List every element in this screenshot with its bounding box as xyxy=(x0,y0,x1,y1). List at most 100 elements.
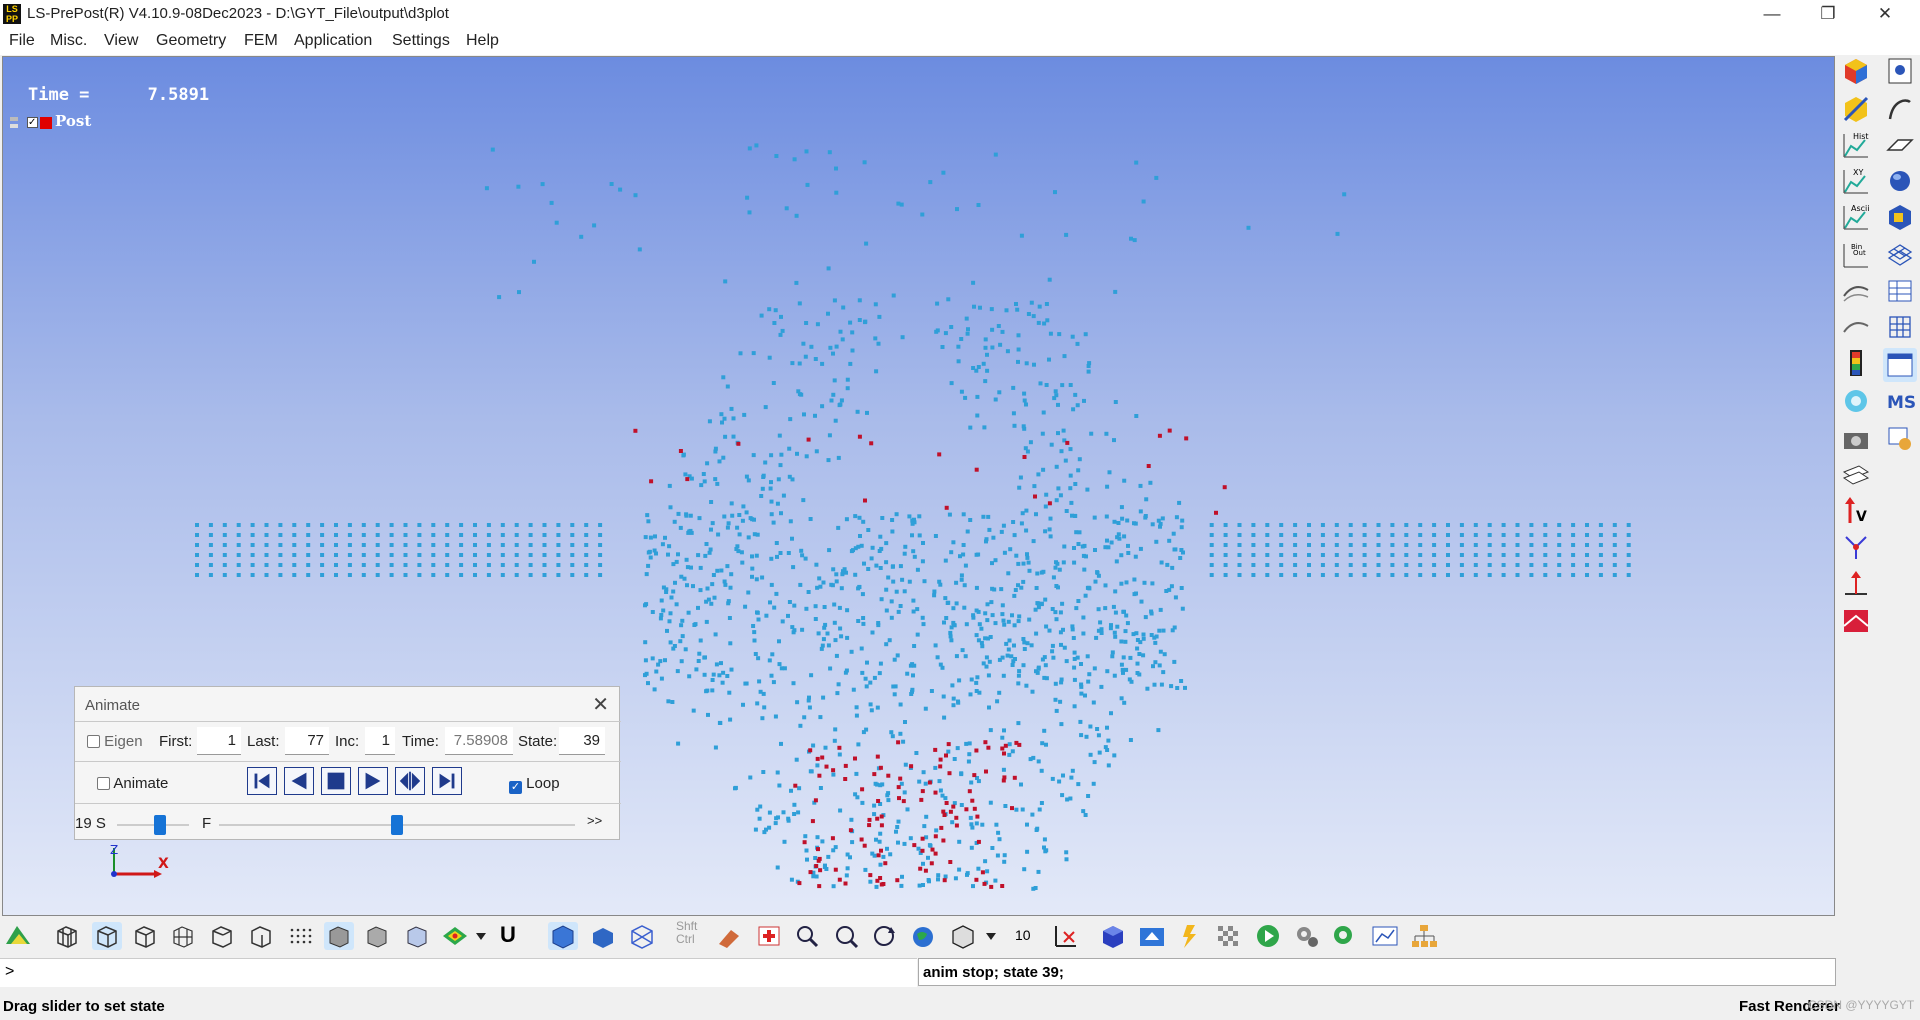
mesh-blue-icon[interactable] xyxy=(402,922,432,950)
history-plot-icon[interactable]: Hist xyxy=(1841,130,1871,160)
view-cube-icon[interactable] xyxy=(948,922,978,950)
dropdown-arrow-icon[interactable] xyxy=(984,922,998,950)
feature-line-icon[interactable] xyxy=(207,922,237,950)
animate-checkbox-group[interactable]: Animate xyxy=(97,775,168,803)
mesh-grid-icon[interactable] xyxy=(1885,240,1915,270)
loop-checkbox-group[interactable]: ✓ Loop xyxy=(509,775,560,803)
eigen-checkbox[interactable] xyxy=(87,735,100,748)
eigen-checkbox-group[interactable]: Eigen xyxy=(87,733,143,761)
play-forward-button[interactable] xyxy=(358,767,388,795)
wireframe-cube-icon[interactable] xyxy=(52,922,82,950)
solid-view-icon[interactable] xyxy=(548,922,578,950)
wave-icon[interactable] xyxy=(1841,312,1871,342)
menu-geometry[interactable]: Geometry xyxy=(156,32,226,50)
menu-application[interactable]: Application xyxy=(294,32,372,50)
mesh-dark-icon[interactable] xyxy=(362,922,392,950)
frame-slider-thumb[interactable] xyxy=(391,815,403,835)
last-frame-button[interactable] xyxy=(432,767,462,795)
plane-icon[interactable] xyxy=(1885,130,1915,160)
first-frame-button[interactable] xyxy=(247,767,277,795)
node-display-icon[interactable] xyxy=(285,922,315,950)
mesh-cube-icon[interactable] xyxy=(168,922,198,950)
more-button[interactable]: >> xyxy=(587,813,602,841)
hierarchy-icon[interactable] xyxy=(1409,922,1439,950)
last-input[interactable]: 77 xyxy=(285,727,329,755)
hidden-line-icon[interactable] xyxy=(130,922,160,950)
rotate-icon[interactable] xyxy=(869,922,899,950)
checker-icon[interactable] xyxy=(1214,922,1244,950)
home-view-icon[interactable] xyxy=(1137,922,1167,950)
blue-box-icon[interactable] xyxy=(1098,922,1128,950)
dropdown-arrow-icon[interactable] xyxy=(474,922,488,950)
menu-misc[interactable]: Misc. xyxy=(50,32,87,50)
sphere-icon[interactable] xyxy=(1885,166,1915,196)
ms-tool-icon[interactable]: MS xyxy=(1885,386,1915,416)
state-input[interactable]: 39 xyxy=(559,727,605,755)
speed-slider-track[interactable] xyxy=(117,824,189,826)
zoom-value[interactable]: 10 xyxy=(1015,927,1031,943)
close-icon[interactable]: ✕ xyxy=(1857,0,1913,29)
expand-icon[interactable] xyxy=(9,115,20,131)
globe-icon[interactable] xyxy=(908,922,938,950)
fringe-plot-icon[interactable] xyxy=(440,922,470,950)
stop-button[interactable] xyxy=(321,767,351,795)
frame-view-icon[interactable] xyxy=(627,922,657,950)
first-input[interactable]: 1 xyxy=(197,727,241,755)
nodal-force-icon[interactable] xyxy=(1841,532,1871,562)
binout-plot-icon[interactable]: BinOut xyxy=(1841,240,1871,270)
section-cut-icon[interactable] xyxy=(1841,276,1871,306)
model-tree-icon[interactable] xyxy=(1885,56,1915,86)
box-view-icon[interactable] xyxy=(588,922,618,950)
lightning-icon[interactable] xyxy=(1175,922,1205,950)
dialog-close-icon[interactable]: ✕ xyxy=(592,692,609,717)
menu-fem[interactable]: FEM xyxy=(244,32,278,50)
settings-gears-icon[interactable] xyxy=(1292,922,1322,950)
edge-cube-icon[interactable] xyxy=(246,922,276,950)
animate-checkbox[interactable] xyxy=(97,777,110,790)
speed-slider-thumb[interactable] xyxy=(154,815,167,835)
zoom-rotate-icon[interactable] xyxy=(831,922,861,950)
shaded-cube-icon[interactable] xyxy=(92,922,122,950)
color-cube-icon[interactable] xyxy=(1841,56,1871,86)
eraser-icon[interactable] xyxy=(713,922,743,950)
menu-view[interactable]: View xyxy=(104,32,138,50)
xy-plot-icon[interactable]: XY xyxy=(1841,166,1871,196)
layer-icon[interactable] xyxy=(1841,460,1871,490)
restore-icon[interactable]: ❐ xyxy=(1800,0,1856,29)
menu-file[interactable]: File xyxy=(9,32,35,50)
model-display-icon[interactable] xyxy=(3,922,33,950)
play-backward-button[interactable] xyxy=(284,767,314,795)
command-input[interactable]: > xyxy=(0,958,917,987)
graph-window-icon[interactable] xyxy=(1370,922,1400,950)
u-toggle-button[interactable]: U xyxy=(500,922,516,948)
measure-cube-icon[interactable] xyxy=(1841,94,1871,124)
part-color-swatch[interactable] xyxy=(40,117,52,129)
boundary-icon[interactable] xyxy=(1841,568,1871,598)
fringe-legend-icon[interactable] xyxy=(1841,348,1871,378)
inc-input[interactable]: 1 xyxy=(365,727,395,755)
splash-icon[interactable] xyxy=(1841,386,1871,416)
camera-icon[interactable] xyxy=(1841,424,1871,454)
play-green-icon[interactable] xyxy=(1253,922,1283,950)
menu-settings[interactable]: Settings xyxy=(392,32,450,50)
output-tool-icon[interactable] xyxy=(1885,424,1915,454)
part-visible-checkbox[interactable]: ✓ xyxy=(27,117,38,128)
red-tool-icon[interactable] xyxy=(1841,606,1871,636)
vector-icon[interactable]: V xyxy=(1841,496,1871,526)
particle xyxy=(1376,563,1381,567)
windows-panel-icon[interactable] xyxy=(1883,348,1917,382)
axis-icon[interactable] xyxy=(1050,922,1080,950)
box-select-icon[interactable] xyxy=(1885,202,1915,232)
curve-icon[interactable] xyxy=(1885,94,1915,124)
table-mesh-icon[interactable] xyxy=(1885,276,1915,306)
add-icon[interactable] xyxy=(754,922,784,950)
ascii-plot-icon[interactable]: Ascii xyxy=(1841,202,1871,232)
zoom-window-icon[interactable] xyxy=(792,922,822,950)
mesh-shaded-icon[interactable] xyxy=(324,922,354,950)
grid-edit-icon[interactable] xyxy=(1885,312,1915,342)
loop-checkbox[interactable]: ✓ xyxy=(509,781,522,794)
menu-help[interactable]: Help xyxy=(466,32,499,50)
ping-pong-button[interactable] xyxy=(395,767,425,795)
minimize-icon[interactable]: — xyxy=(1744,0,1800,29)
green-gears-icon[interactable] xyxy=(1330,922,1360,950)
